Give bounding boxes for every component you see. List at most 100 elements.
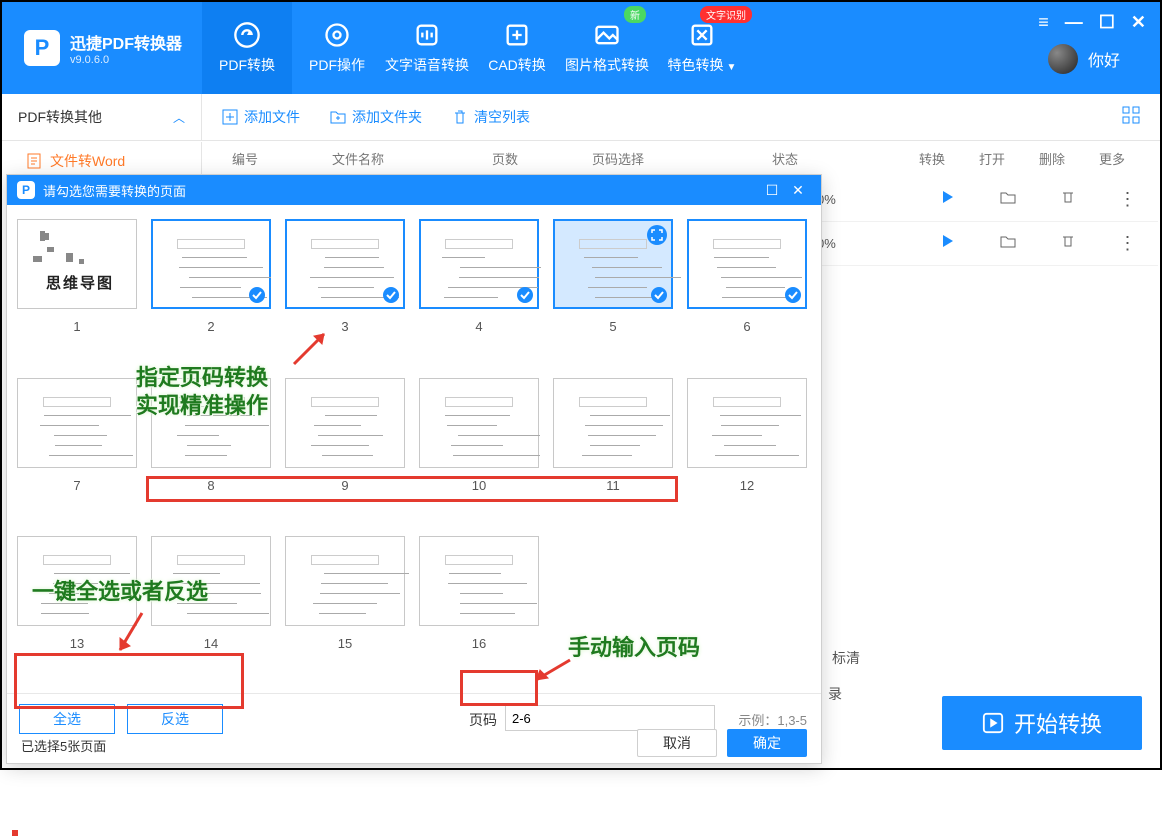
image-icon (593, 21, 621, 49)
cad-icon (503, 21, 531, 49)
badge-new: 新 (624, 6, 646, 23)
page-range-input[interactable] (505, 705, 715, 731)
page-number: 7 (73, 478, 80, 493)
tab-special[interactable]: 文字识别 特色转换▼ (652, 2, 752, 94)
page-number: 5 (609, 319, 616, 334)
dialog-titlebar: P 请勾选您需要转换的页面 ☐ ✕ (7, 175, 821, 205)
play-icon (982, 712, 1004, 734)
chevron-down-icon: ▼ (727, 62, 737, 73)
page-thumbnail-3[interactable]: 3 (285, 219, 405, 364)
page-thumbnail-1[interactable]: 思维导图1 (17, 219, 137, 364)
open-button[interactable] (978, 189, 1038, 210)
path-marker: 录 (828, 684, 842, 704)
page-thumbnail-8[interactable]: 8 (151, 378, 271, 523)
gear-icon (323, 21, 351, 49)
page-number: 2 (207, 319, 214, 334)
convert-icon (233, 21, 261, 49)
add-file-button[interactable]: 添加文件 (222, 107, 300, 127)
chevron-up-icon: ︿ (173, 109, 185, 126)
page-thumbnail-7[interactable]: 7 (17, 378, 137, 523)
page-range-label: 页码 (469, 710, 497, 730)
app-logo: P 迅捷PDF转换器 v9.0.6.0 (2, 2, 202, 94)
menu-icon[interactable]: ≡ (1038, 12, 1049, 33)
convert-button[interactable] (918, 234, 978, 253)
page-select-dialog: P 请勾选您需要转换的页面 ☐ ✕ 思维导图1 2 3 4 5 6 7 8 9 10 11 12 13 1… (6, 174, 822, 764)
check-icon (249, 287, 265, 303)
logo-icon: P (17, 181, 35, 199)
page-number: 16 (472, 636, 486, 651)
dialog-title: 请勾选您需要转换的页面 (43, 181, 186, 200)
page-number: 10 (472, 478, 486, 493)
page-thumbnail-6[interactable]: 6 (687, 219, 807, 364)
check-icon (785, 287, 801, 303)
add-file-icon (222, 109, 238, 125)
page-number: 11 (606, 478, 620, 493)
tab-cad[interactable]: CAD转换 (472, 2, 562, 94)
invert-select-button[interactable]: 反选 (127, 704, 223, 734)
page-thumbnail-4[interactable]: 4 (419, 219, 539, 364)
app-name: 迅捷PDF转换器 (70, 30, 182, 54)
maximize-button[interactable]: ☐ (1099, 12, 1115, 33)
open-button[interactable] (978, 233, 1038, 254)
page-number: 8 (207, 478, 214, 493)
tab-pdf-operate[interactable]: PDF操作 (292, 2, 382, 94)
page-thumbnail-2[interactable]: 2 (151, 219, 271, 364)
convert-button[interactable] (918, 190, 978, 209)
selection-status: 已选择5张页面 (21, 736, 106, 755)
page-thumbnail-14[interactable]: 14 (151, 536, 271, 681)
add-folder-button[interactable]: 添加文件夹 (330, 107, 422, 127)
check-icon (517, 287, 533, 303)
page-number: 14 (204, 636, 218, 651)
page-thumbnail-5[interactable]: 5 (553, 219, 673, 364)
logo-icon: P (24, 30, 60, 66)
page-thumbnail-12[interactable]: 12 (687, 378, 807, 523)
page-thumbnail-13[interactable]: 13 (17, 536, 137, 681)
tab-image[interactable]: 新 图片格式转换 (562, 2, 652, 94)
cancel-button[interactable]: 取消 (637, 729, 717, 757)
clear-list-button[interactable]: 清空列表 (452, 107, 530, 127)
check-icon (651, 287, 667, 303)
user-greeting: 你好 (1088, 47, 1120, 71)
tag-label: 标清 (832, 648, 860, 668)
tab-tts[interactable]: 文字语音转换 (382, 2, 472, 94)
page-number: 15 (338, 636, 352, 651)
audio-icon (413, 21, 441, 49)
word-icon (26, 153, 42, 169)
page-number: 1 (73, 319, 80, 334)
trash-icon (452, 109, 468, 125)
more-button[interactable]: ⋮ (1098, 189, 1158, 210)
start-convert-button[interactable]: 开始转换 (942, 696, 1142, 750)
ok-button[interactable]: 确定 (727, 729, 807, 757)
page-number: 13 (70, 636, 84, 651)
page-thumbnail-9[interactable]: 9 (285, 378, 405, 523)
minimize-button[interactable]: — (1065, 12, 1083, 33)
dialog-maximize-button[interactable]: ☐ (759, 182, 785, 199)
more-button[interactable]: ⋮ (1098, 233, 1158, 254)
page-number: 9 (341, 478, 348, 493)
delete-button[interactable] (1038, 234, 1098, 253)
app-version: v9.0.6.0 (70, 54, 182, 66)
page-number: 6 (743, 319, 750, 334)
page-thumbnail-10[interactable]: 10 (419, 378, 539, 523)
add-folder-icon (330, 109, 346, 125)
dialog-close-button[interactable]: ✕ (785, 182, 811, 199)
page-number: 3 (341, 319, 348, 334)
page-thumbnail-16[interactable]: 16 (419, 536, 539, 681)
window-controls: ≡ — ☐ ✕ (1038, 12, 1146, 33)
page-number: 12 (740, 478, 754, 493)
check-icon (383, 287, 399, 303)
sidebar-section-header[interactable]: PDF转换其他 ︿ (2, 94, 202, 140)
page-range-example: 示例：1,3-5 (738, 710, 807, 729)
select-all-button[interactable]: 全选 (19, 704, 115, 734)
special-icon (688, 21, 716, 49)
page-thumbnail-11[interactable]: 11 (553, 378, 673, 523)
close-button[interactable]: ✕ (1131, 12, 1146, 33)
avatar[interactable] (1048, 44, 1078, 74)
table-header: 编号 文件名称 页数 页码选择 状态 转换 打开 删除 更多 (202, 140, 1158, 176)
badge-ocr: 文字识别 (700, 6, 752, 23)
tab-pdf-convert[interactable]: PDF转换 (202, 2, 292, 94)
expand-icon[interactable] (647, 225, 667, 245)
delete-button[interactable] (1038, 190, 1098, 209)
view-grid-icon[interactable] (1122, 106, 1140, 129)
page-thumbnail-15[interactable]: 15 (285, 536, 405, 681)
